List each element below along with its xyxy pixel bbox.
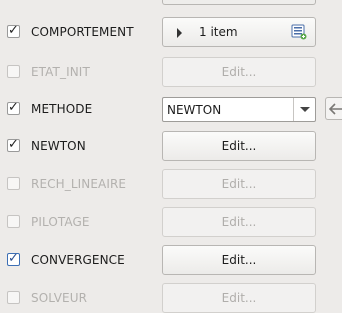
newton-edit-button[interactable]: Edit... (162, 131, 316, 161)
pilotage-checkbox[interactable] (7, 215, 20, 228)
row-pilotage: PILOTAGE Edit... (0, 207, 342, 237)
list-add-icon[interactable] (291, 24, 307, 40)
solveur-label: SOLVEUR (31, 291, 88, 305)
row-newton: ✓ NEWTON Edit... (0, 131, 342, 161)
solveur-checkbox[interactable] (7, 291, 20, 304)
methode-combobox[interactable]: NEWTON (162, 97, 316, 122)
row-methode: ✓ METHODE NEWTON (0, 94, 342, 124)
comportement-label: COMPORTEMENT (31, 25, 134, 39)
rech-lineaire-edit-button[interactable]: Edit... (162, 169, 316, 199)
row-convergence: ✓ CONVERGENCE Edit... (0, 245, 342, 275)
combo-divider (293, 98, 294, 121)
triangle-right-icon[interactable] (177, 28, 182, 38)
row-rech-lineaire: RECH_LINEAIRE Edit... (0, 169, 342, 199)
etat-init-checkbox[interactable] (7, 65, 20, 78)
pilotage-edit-button[interactable]: Edit... (162, 207, 316, 237)
chevron-down-icon[interactable] (300, 107, 310, 112)
top-partial-button[interactable] (162, 0, 316, 5)
comportement-list-button[interactable]: 1 item (162, 17, 316, 47)
row-comportement: ✓ COMPORTEMENT 1 item (0, 17, 342, 47)
etat-init-label: ETAT_INIT (31, 65, 90, 79)
convergence-label: CONVERGENCE (31, 253, 125, 267)
convergence-edit-button[interactable]: Edit... (162, 245, 316, 275)
arrow-left-icon (329, 103, 342, 115)
checkmark-icon: ✓ (8, 23, 19, 38)
row-etat-init: ETAT_INIT Edit... (0, 57, 342, 87)
checkmark-icon: ✓ (8, 100, 19, 115)
newton-checkbox[interactable]: ✓ (7, 137, 20, 152)
comportement-item-count: 1 item (199, 25, 238, 39)
rech-lineaire-label: RECH_LINEAIRE (31, 177, 127, 191)
methode-checkbox[interactable]: ✓ (7, 100, 20, 115)
checkmark-icon: ✓ (8, 137, 19, 152)
side-arrow-button[interactable] (325, 97, 342, 120)
methode-selected-value: NEWTON (167, 103, 222, 117)
comportement-checkbox[interactable]: ✓ (7, 23, 20, 38)
etat-init-edit-button[interactable]: Edit... (162, 57, 316, 87)
checkmark-icon: ✓ (8, 251, 19, 266)
pilotage-label: PILOTAGE (31, 215, 90, 229)
methode-label: METHODE (31, 102, 93, 116)
convergence-checkbox[interactable]: ✓ (7, 251, 20, 266)
rech-lineaire-checkbox[interactable] (7, 177, 20, 190)
newton-label: NEWTON (31, 139, 86, 153)
